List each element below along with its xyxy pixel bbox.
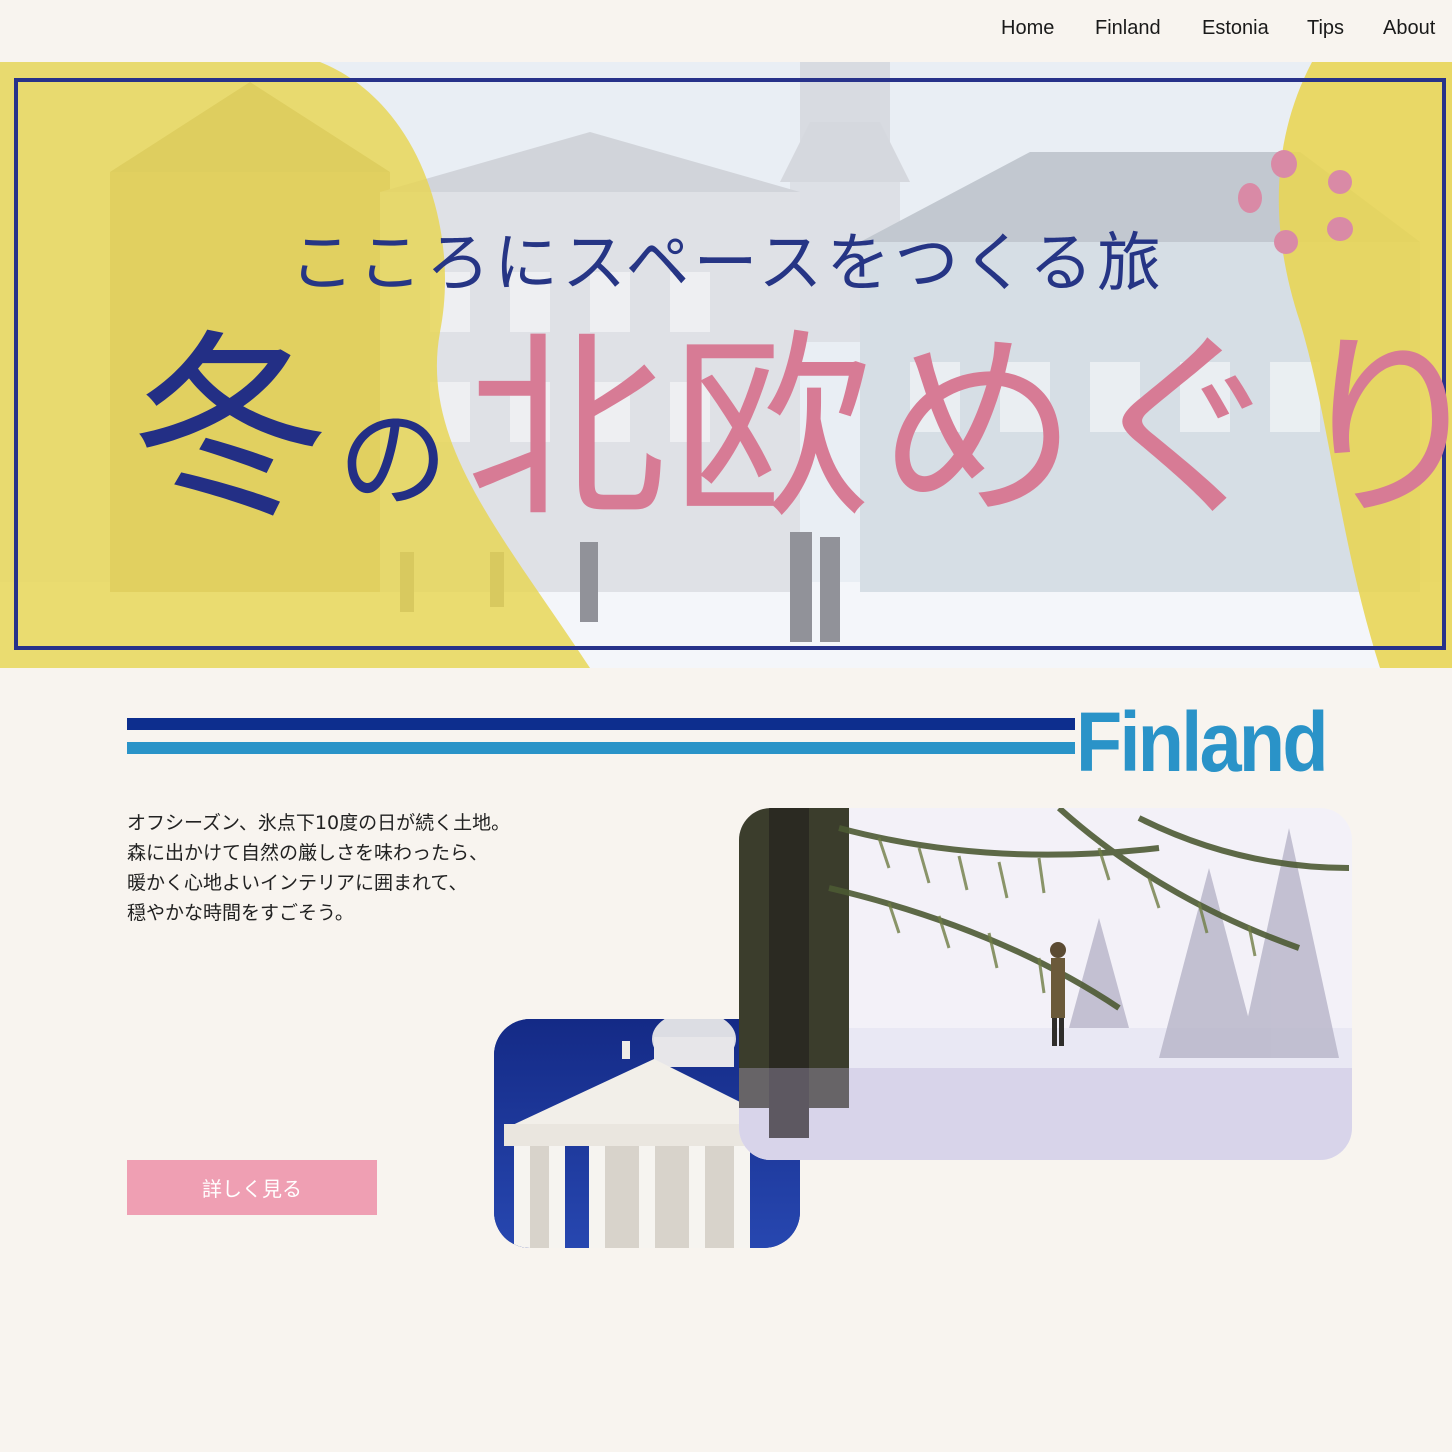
description-line: 暖かく心地よいインテリアに囲まれて、 (127, 872, 468, 894)
top-nav: Home Finland Estonia Tips About (0, 0, 1452, 62)
nav-home[interactable]: Home (1001, 17, 1054, 40)
hero-banner: こころにスペースをつくる旅 冬の北欧めぐり (0, 62, 1452, 668)
hero-title-nordic-tour: 北欧めぐり (466, 313, 1452, 546)
hero-title-particle: の (338, 396, 449, 524)
description-line: 穏やかな時間をすごそう。 (127, 902, 354, 924)
nav-estonia[interactable]: Estonia (1202, 17, 1269, 40)
hero-title: 冬の北欧めぐり (130, 330, 1452, 530)
description-line: オフシーズン、氷点下10度の日が続く土地。 (127, 812, 511, 834)
snowy-forest-photo (739, 808, 1352, 1160)
hero-subtitle: こころにスペースをつくる旅 (290, 227, 1166, 301)
section-description: オフシーズン、氷点下10度の日が続く土地。 森に出かけて自然の厳しさを味わったら… (127, 808, 510, 928)
section-title-finland: Finland (1076, 695, 1329, 789)
description-line: 森に出かけて自然の厳しさを味わったら、 (127, 842, 489, 864)
details-button[interactable]: 詳しく見る (127, 1160, 377, 1215)
hero-title-winter: 冬 (130, 313, 331, 546)
section-stripe-light (127, 742, 1075, 754)
nav-finland[interactable]: Finland (1095, 17, 1161, 40)
section-stripe-dark (127, 718, 1075, 730)
nav-tips[interactable]: Tips (1307, 17, 1344, 40)
nav-about[interactable]: About (1383, 17, 1435, 40)
